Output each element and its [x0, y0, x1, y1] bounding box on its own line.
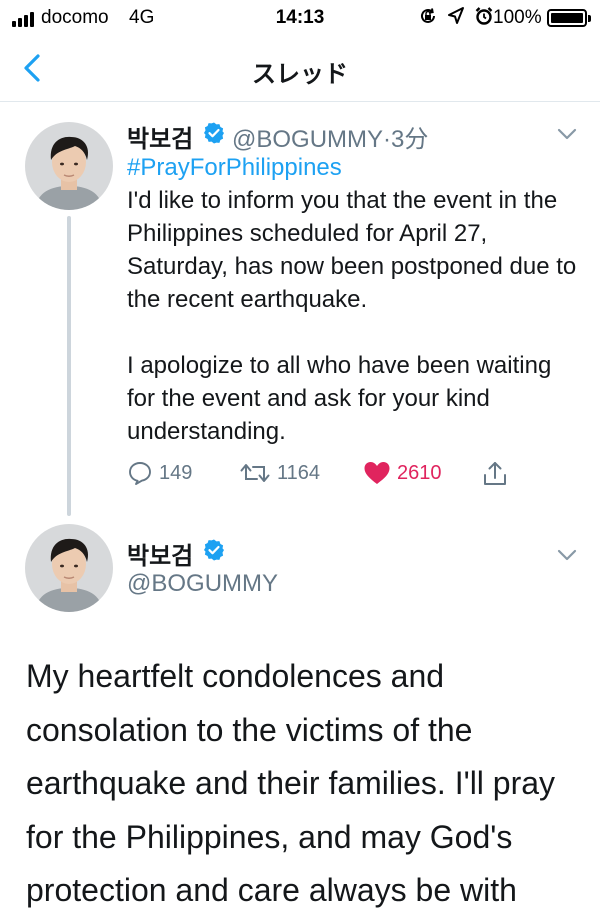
share-icon	[484, 462, 506, 485]
share-button[interactable]	[481, 460, 509, 488]
tweet-paragraph: I'd like to inform you that the event in…	[127, 187, 577, 313]
retweet-button[interactable]: 1164	[239, 460, 320, 486]
reply-icon	[129, 462, 151, 485]
tweet-actions: 149 1164 2610	[127, 460, 567, 494]
nav-bar: スレッド	[0, 34, 600, 102]
author-name[interactable]: 박보검	[127, 119, 193, 154]
tweet-body: My heartfelt condolences and consolation…	[26, 658, 556, 908]
thread-connector	[67, 216, 71, 516]
verified-badge-icon	[204, 539, 224, 561]
avatar[interactable]	[25, 524, 113, 612]
like-button[interactable]: 2610	[363, 460, 442, 486]
author-name[interactable]: 박보검	[127, 536, 193, 571]
author-handle[interactable]: @BOGUMMY	[127, 570, 278, 598]
author-handle[interactable]: @BOGUMMY·3分	[232, 119, 428, 154]
tweet-body: #PrayForPhilippines I'd like to inform y…	[127, 151, 577, 448]
heart-icon	[364, 462, 390, 484]
tweet-paragraph: I apologize to all who have been waiting…	[127, 352, 552, 445]
hashtag-link[interactable]: #PrayForPhilippines	[127, 151, 577, 184]
separator-dot: ·	[383, 126, 392, 153]
retweet-count: 1164	[277, 461, 321, 484]
verified-badge-icon	[204, 122, 224, 144]
reply-count: 149	[159, 461, 193, 484]
tweet-time: 3分	[391, 126, 429, 153]
battery-icon	[547, 9, 591, 27]
alarm-icon	[475, 7, 493, 25]
page-title: スレッド	[252, 61, 348, 88]
avatar[interactable]	[25, 122, 113, 210]
status-bar: docomo 4G 14:13 100%	[0, 0, 600, 34]
reply-button[interactable]: 149	[127, 460, 192, 486]
handle-text: @BOGUMMY	[232, 126, 384, 153]
location-icon	[448, 7, 465, 24]
screen-lock-icon	[421, 8, 435, 23]
chevron-down-icon[interactable]	[554, 121, 580, 147]
battery-percent: 100%	[493, 7, 542, 28]
retweet-icon	[240, 464, 270, 482]
like-count: 2610	[397, 461, 442, 484]
chevron-down-icon[interactable]	[554, 542, 580, 568]
status-icons	[418, 6, 494, 28]
